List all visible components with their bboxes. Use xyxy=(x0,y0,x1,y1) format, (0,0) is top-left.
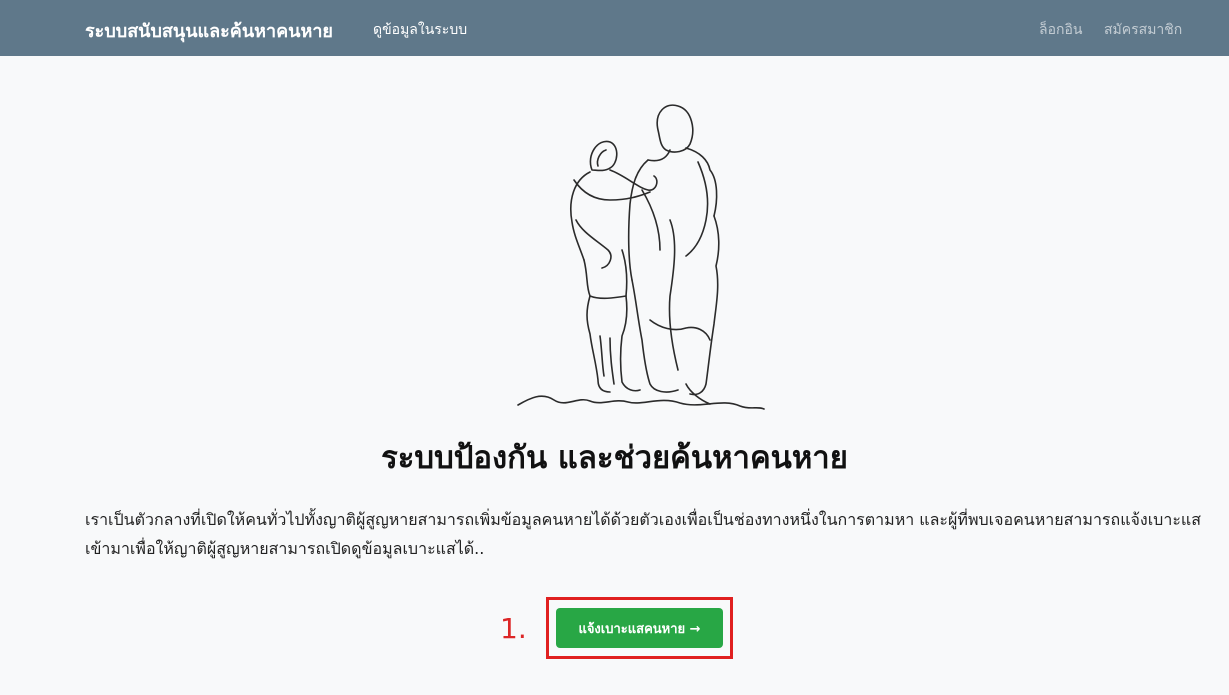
nav-link-register[interactable]: สมัครสมาชิก xyxy=(1104,19,1182,41)
nav-link-view-data[interactable]: ดูข้อมูลในระบบ xyxy=(373,19,467,41)
hero-illustration xyxy=(517,104,765,410)
hero-description: เราเป็นตัวกลางที่เปิดให้คนทั่วไปทั้งญาติ… xyxy=(85,510,1201,558)
report-missing-person-button[interactable]: แจ้งเบาะแสคนหาย → xyxy=(556,608,723,648)
step-number-annotation: 1. xyxy=(500,612,527,645)
hero-title: ระบบป้องกัน และช่วยค้นหาคนหาย xyxy=(381,440,848,476)
brand-link[interactable]: ระบบสนับสนุนและค้นหาคนหาย xyxy=(85,16,333,45)
navbar: ระบบสนับสนุนและค้นหาคนหาย ดูข้อมูลในระบบ… xyxy=(0,0,1229,56)
nav-link-login[interactable]: ล็อกอิน xyxy=(1039,19,1082,41)
